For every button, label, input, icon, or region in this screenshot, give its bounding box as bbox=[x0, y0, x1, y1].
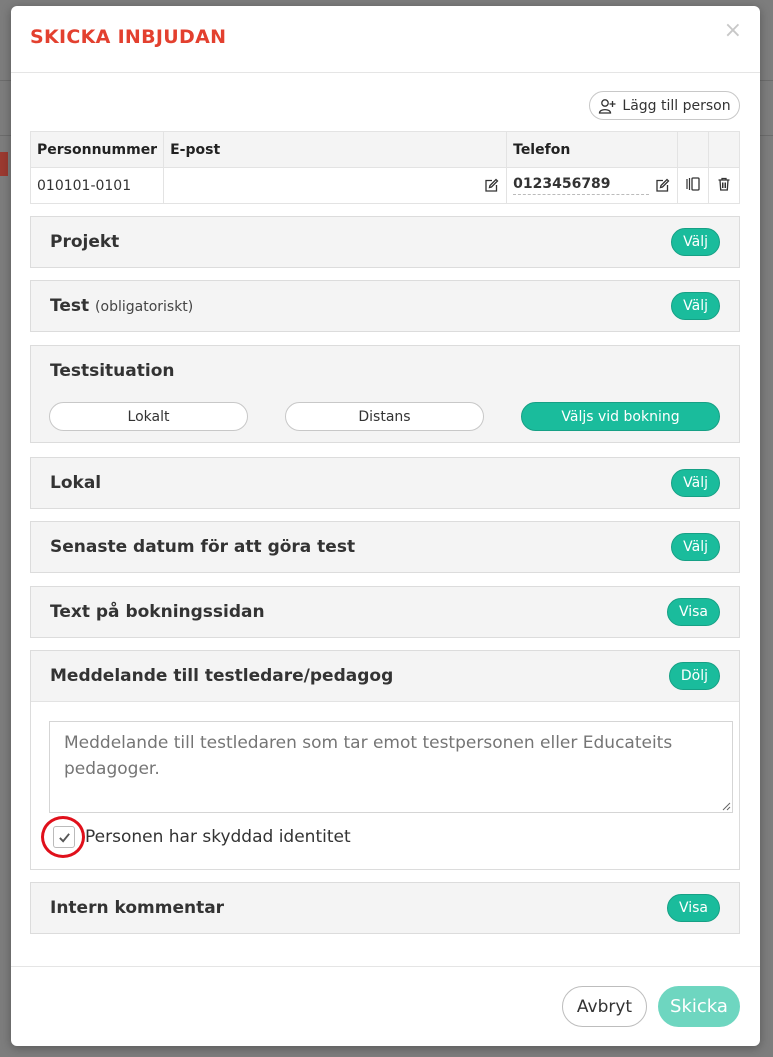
trash-icon[interactable] bbox=[715, 175, 733, 193]
panel-subtitle: (obligatoriskt) bbox=[95, 299, 194, 315]
show-intern-kommentar-button[interactable]: Visa bbox=[666, 894, 720, 922]
panel-title: Testsituation bbox=[50, 361, 175, 381]
panel-meddelande: Meddelande till testledare/pedagog Dölj … bbox=[30, 650, 740, 870]
panel-title: Meddelande till testledare/pedagog bbox=[50, 666, 394, 686]
panel-title: Text på bokningssidan bbox=[50, 602, 265, 622]
user-plus-icon bbox=[599, 98, 616, 114]
option-distans[interactable]: Distans bbox=[285, 402, 484, 431]
modal-footer: Avbryt Skicka bbox=[11, 966, 760, 1046]
modal-header: SKICKA INBJUDAN × bbox=[11, 6, 760, 73]
select-datum-button[interactable]: Välj bbox=[671, 533, 720, 561]
table-row: 010101-0101 0123456789 bbox=[29, 167, 741, 204]
panel-senaste-datum: Senaste datum för att göra test Välj bbox=[30, 521, 740, 573]
panel-intern-kommentar: Intern kommentar Visa bbox=[30, 882, 740, 934]
option-lokalt[interactable]: Lokalt bbox=[49, 402, 248, 431]
edit-email-icon[interactable] bbox=[482, 177, 500, 195]
header-blank bbox=[707, 131, 741, 168]
message-textarea[interactable] bbox=[49, 721, 733, 813]
duplicate-icon[interactable] bbox=[684, 175, 702, 193]
panel-title-text: Test bbox=[50, 296, 90, 316]
cell-delete[interactable] bbox=[707, 167, 741, 204]
panel-lokal: Lokal Välj bbox=[30, 457, 740, 509]
panel-projekt: Projekt Välj bbox=[30, 216, 740, 268]
add-person-label: Lägg till person bbox=[622, 97, 731, 114]
header-email: E-post bbox=[163, 131, 508, 168]
modal-title: SKICKA INBJUDAN bbox=[30, 26, 227, 48]
resize-grip-icon[interactable] bbox=[722, 802, 731, 811]
testsituation-options: Lokalt Distans Väljs vid bokning bbox=[49, 402, 721, 432]
cell-email[interactable] bbox=[163, 167, 508, 204]
hide-meddelande-button[interactable]: Dölj bbox=[668, 662, 720, 690]
check-icon bbox=[58, 832, 70, 843]
persons-table: Personnummer E-post Telefon 010101-0101 bbox=[29, 131, 741, 204]
select-lokal-button[interactable]: Välj bbox=[671, 469, 720, 497]
panel-title: Projekt bbox=[50, 232, 120, 252]
add-person-button[interactable]: Lägg till person bbox=[589, 91, 740, 120]
panel-title: Lokal bbox=[50, 473, 102, 493]
header-personnummer: Personnummer bbox=[29, 131, 165, 168]
cell-phone[interactable]: 0123456789 bbox=[506, 167, 678, 204]
cancel-button[interactable]: Avbryt bbox=[562, 986, 647, 1027]
header-phone: Telefon bbox=[506, 131, 678, 168]
cell-duplicate[interactable] bbox=[676, 167, 709, 204]
meddelande-body: Personen har skyddad identitet bbox=[31, 701, 739, 869]
select-projekt-button[interactable]: Välj bbox=[671, 228, 720, 256]
option-valjs-vid-bokning[interactable]: Väljs vid bokning bbox=[521, 402, 720, 431]
panel-title: Intern kommentar bbox=[50, 898, 225, 918]
panel-testsituation: Testsituation Lokalt Distans Väljs vid b… bbox=[30, 345, 740, 443]
panel-title: Test (obligatoriskt) bbox=[50, 296, 193, 316]
invite-modal: SKICKA INBJUDAN × Lägg till person Perso… bbox=[11, 6, 760, 1046]
close-icon[interactable]: × bbox=[724, 18, 742, 43]
protected-identity-label: Personen har skyddad identitet bbox=[85, 827, 351, 847]
select-test-button[interactable]: Välj bbox=[671, 292, 720, 320]
panel-text-bokning: Text på bokningssidan Visa bbox=[30, 586, 740, 638]
cell-personnummer: 010101-0101 bbox=[29, 167, 165, 204]
protected-identity-checkbox[interactable] bbox=[53, 826, 75, 848]
background-accent bbox=[0, 152, 8, 176]
phone-value: 0123456789 bbox=[513, 176, 650, 195]
panel-test: Test (obligatoriskt) Välj bbox=[30, 280, 740, 332]
edit-phone-icon[interactable] bbox=[653, 177, 671, 195]
header-blank bbox=[676, 131, 709, 168]
show-text-bokning-button[interactable]: Visa bbox=[666, 598, 720, 626]
panel-title: Senaste datum för att göra test bbox=[50, 537, 356, 557]
send-button[interactable]: Skicka bbox=[658, 986, 740, 1027]
protected-identity-row: Personen har skyddad identitet bbox=[53, 826, 351, 848]
